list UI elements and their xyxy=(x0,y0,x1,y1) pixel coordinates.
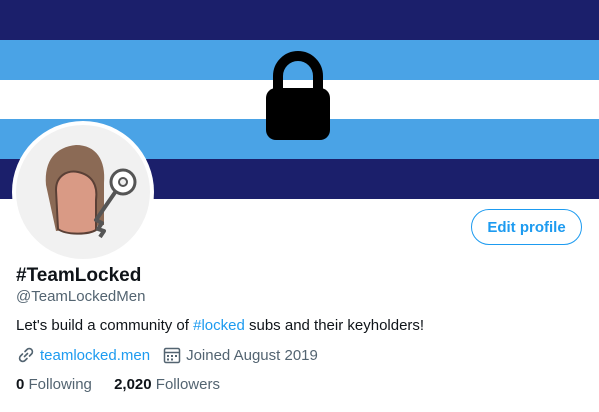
avatar[interactable] xyxy=(12,121,154,263)
calendar-icon xyxy=(163,347,181,364)
edit-profile-button[interactable]: Edit profile xyxy=(471,209,582,245)
bio-text: subs and their keyholders! xyxy=(244,317,425,334)
followers-link[interactable]: 2,020 Followers xyxy=(114,376,220,393)
banner-stripe xyxy=(0,0,599,40)
following-label: Following xyxy=(28,376,92,393)
following-link[interactable]: 0 Following xyxy=(16,376,92,393)
profile-meta: teamlocked.men Joined August 2019 xyxy=(16,345,318,365)
following-count: 0 xyxy=(16,376,25,393)
bio: Let's build a community of #locked subs … xyxy=(16,317,424,334)
hashtag-link[interactable]: #locked xyxy=(193,317,245,334)
bio-text: Let's build a community of xyxy=(16,317,194,334)
avatar-image xyxy=(16,125,150,259)
key-icon xyxy=(45,145,137,239)
followers-label: Followers xyxy=(155,376,220,393)
link-icon xyxy=(18,347,34,363)
website-link[interactable]: teamlocked.men xyxy=(40,347,150,364)
follow-counts: 0 Following 2,020 Followers xyxy=(16,376,238,393)
display-name: #TeamLocked xyxy=(16,265,142,286)
joined-date: Joined August 2019 xyxy=(186,346,318,364)
followers-count: 2,020 xyxy=(114,376,152,393)
lock-icon xyxy=(266,51,330,140)
handle: @TeamLockedMen xyxy=(16,288,146,305)
